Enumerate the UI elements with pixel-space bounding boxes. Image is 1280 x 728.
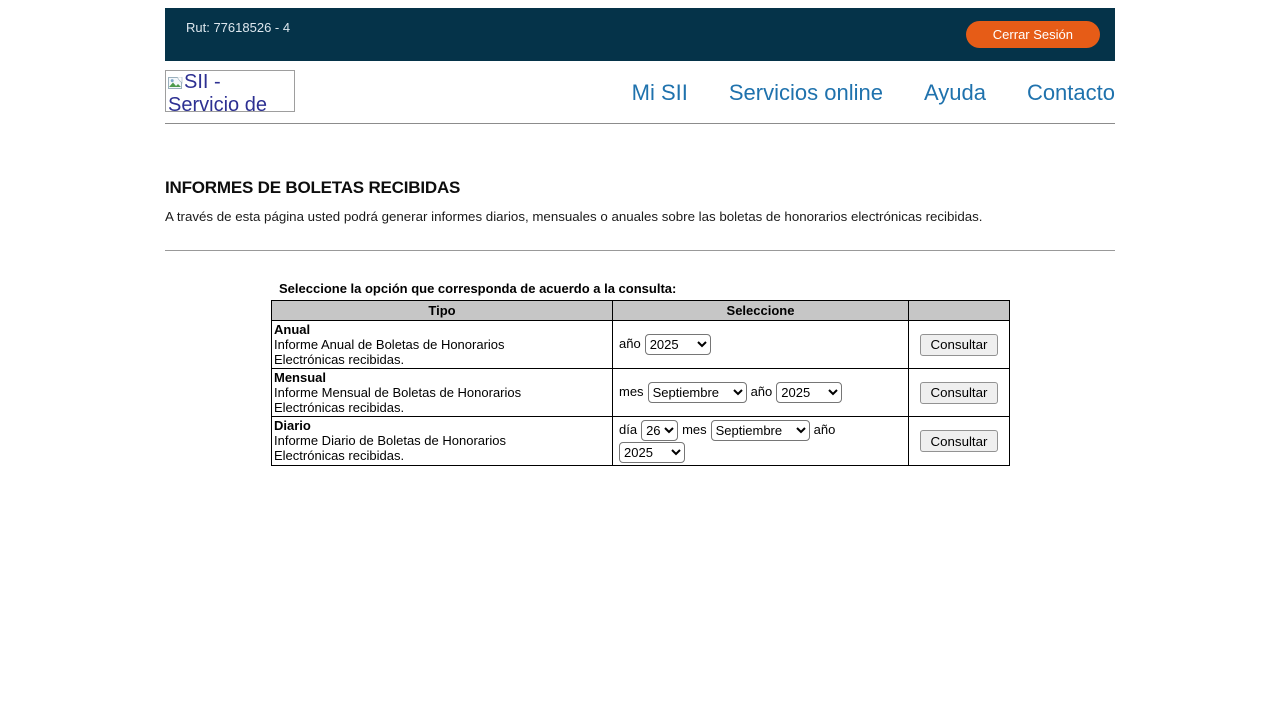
table-row-mensual: Mensual Informe Mensual de Boletas de Ho… [272,369,1010,417]
diario-consultar-button[interactable]: Consultar [920,430,998,452]
page-title: INFORMES DE BOLETAS RECIBIDAS [165,178,1115,198]
table-caption: Seleccione la opción que corresponda de … [271,281,1009,296]
anual-type-cell: Anual Informe Anual de Boletas de Honora… [272,321,613,369]
mensual-month-label: mes [619,384,644,399]
report-table-section: Seleccione la opción que corresponda de … [271,281,1009,466]
mensual-type-description: Informe Mensual de Boletas de Honorarios… [274,385,610,415]
mensual-year-select[interactable]: 2025 [776,382,842,403]
diario-button-cell: Consultar [909,417,1010,466]
diario-type-description: Informe Diario de Boletas de Honorarios … [274,433,610,463]
anual-year-select[interactable]: 2025 [645,334,711,355]
anual-button-cell: Consultar [909,321,1010,369]
anual-type-label: Anual [274,322,610,337]
page-container: Rut: 77618526 - 4 Cerrar Sesión SII - Se… [165,8,1115,466]
diario-month-label: mes [682,422,707,437]
sii-logo-link[interactable]: SII - Servicio de [165,70,295,112]
broken-image-icon [168,74,183,95]
page-description: A través de esta página usted podrá gene… [165,209,1115,224]
anual-consultar-button[interactable]: Consultar [920,334,998,356]
table-row-anual: Anual Informe Anual de Boletas de Honora… [272,321,1010,369]
mensual-select-cell: mes Septiembre año2025 [613,369,909,417]
header-row: SII - Servicio de Mi SII Servicios onlin… [165,61,1115,124]
mensual-consultar-button[interactable]: Consultar [920,382,998,404]
column-header-tipo: Tipo [272,301,613,321]
diario-type-cell: Diario Informe Diario de Boletas de Hono… [272,417,613,466]
mensual-year-label: año [751,384,773,399]
table-row-diario: Diario Informe Diario de Boletas de Hono… [272,417,1010,466]
mensual-month-select[interactable]: Septiembre [648,382,747,403]
cerrar-sesion-button[interactable]: Cerrar Sesión [966,21,1100,48]
diario-year-select[interactable]: 2025 [619,442,685,463]
mensual-type-cell: Mensual Informe Mensual de Boletas de Ho… [272,369,613,417]
diario-year-label: año [814,422,836,437]
nav-servicios-online[interactable]: Servicios online [729,80,883,106]
column-header-empty [909,301,1010,321]
column-header-seleccione: Seleccione [613,301,909,321]
rut-label: Rut: 77618526 - 4 [165,20,290,35]
diario-type-label: Diario [274,418,610,433]
diario-select-cell: día 26 mes Septiembre año 2025 [613,417,909,466]
diario-month-select[interactable]: Septiembre [711,420,810,441]
diario-day-label: día [619,422,637,437]
nav-ayuda[interactable]: Ayuda [924,80,986,106]
diario-day-select[interactable]: 26 [641,420,678,441]
anual-select-cell: año 2025 [613,321,909,369]
report-table: Tipo Seleccione Anual Informe Anual de B… [271,300,1010,466]
anual-type-description: Informe Anual de Boletas de Honorarios E… [274,337,610,367]
main-nav: Mi SII Servicios online Ayuda Contacto [632,61,1115,124]
topbar: Rut: 77618526 - 4 Cerrar Sesión [165,8,1115,61]
anual-year-label: año [619,336,641,351]
section-divider [165,250,1115,251]
mensual-type-label: Mensual [274,370,610,385]
nav-mi-sii[interactable]: Mi SII [632,80,688,106]
nav-contacto[interactable]: Contacto [1027,80,1115,106]
mensual-button-cell: Consultar [909,369,1010,417]
